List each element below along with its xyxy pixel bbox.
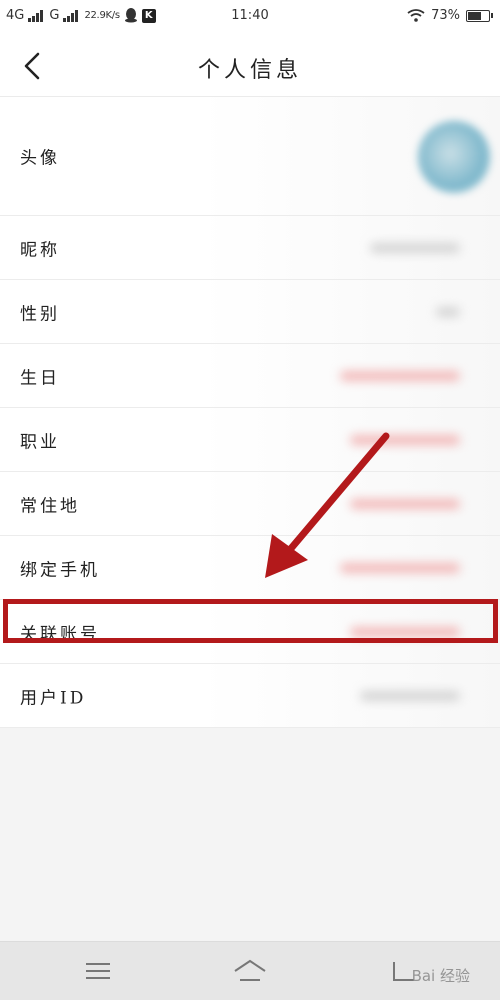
row-birthday[interactable]: 生日 [0, 344, 500, 408]
status-bar: 4G G 22.9K/s K 11:40 73% [0, 0, 500, 34]
row-linked-accounts[interactable]: 关联账号 [0, 600, 500, 664]
row-label-avatar: 头像 [20, 148, 60, 169]
blurred-value [340, 370, 460, 381]
row-label-birthday: 生日 [20, 368, 60, 388]
home-icon[interactable] [230, 956, 270, 986]
menu-icon[interactable] [78, 956, 118, 986]
row-nickname[interactable]: 昵称 [0, 216, 500, 280]
wifi-icon [407, 9, 425, 22]
row-label-gender: 性别 [20, 304, 60, 324]
row-gender[interactable]: 性别 [0, 280, 500, 344]
row-avatar[interactable]: 头像 [0, 97, 500, 216]
blurred-value [340, 562, 460, 573]
row-label-residence: 常住地 [20, 496, 80, 516]
status-right: 73% [407, 8, 493, 23]
row-label-nickname: 昵称 [20, 240, 60, 260]
row-label-bind-phone: 绑定手机 [20, 560, 100, 580]
row-label-linked-accounts: 关联账号 [20, 624, 100, 644]
blurred-value [360, 690, 460, 701]
blurred-value [350, 434, 460, 445]
battery-icon [466, 9, 493, 22]
blurred-value [350, 626, 460, 637]
watermark: Bai 经验 [411, 967, 470, 985]
blurred-value [436, 306, 460, 317]
blurred-value [370, 242, 460, 253]
system-nav-bar: Bai 经验 [0, 941, 500, 1000]
avatar [418, 121, 490, 193]
row-bind-phone[interactable]: 绑定手机 [0, 536, 500, 600]
row-occupation[interactable]: 职业 [0, 408, 500, 472]
profile-info-list: 头像 昵称 性别 生日 职业 常住地 绑定手机 关联账号 用户ID [0, 97, 500, 728]
row-residence[interactable]: 常住地 [0, 472, 500, 536]
blurred-value [350, 498, 460, 509]
page-header: 个人信息 [0, 34, 500, 97]
row-label-occupation: 职业 [20, 432, 60, 452]
row-user-id[interactable]: 用户ID [0, 664, 500, 728]
battery-percent: 73% [431, 8, 460, 23]
page-title: 个人信息 [197, 58, 302, 83]
row-label-user-id: 用户ID [20, 688, 87, 708]
